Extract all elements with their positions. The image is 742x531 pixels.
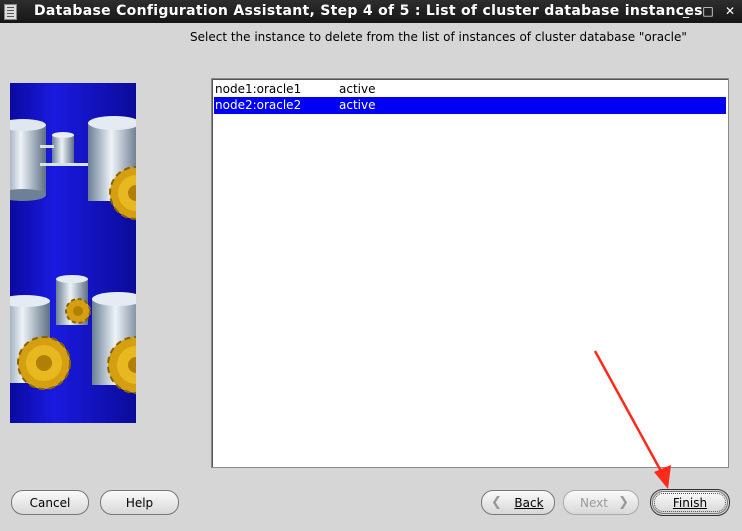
annotation-arrow [593,350,671,489]
